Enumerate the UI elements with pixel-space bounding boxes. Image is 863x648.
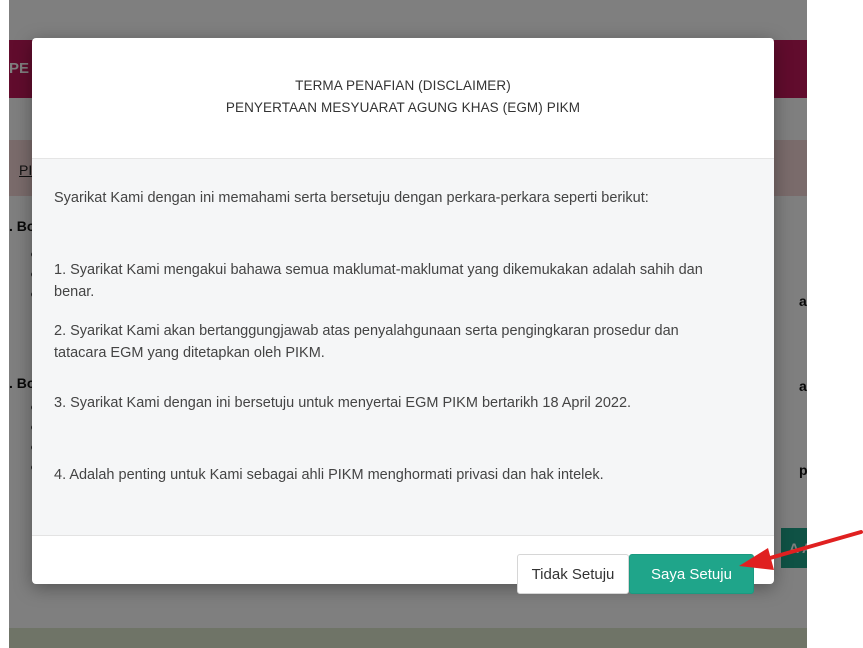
modal-body: Syarikat Kami dengan ini memahami serta … [32,159,774,536]
disclaimer-point: 2. Syarikat Kami akan bertanggungjawab a… [54,323,679,361]
modal-header: TERMA PENAFIAN (DISCLAIMER) PENYERTAAN M… [32,38,774,159]
disclaimer-point: 1. Syarikat Kami mengakui bahawa semua m… [54,262,703,300]
modal-subtitle: PENYERTAAN MESYUARAT AGUNG KHAS (EGM) PI… [225,100,581,115]
annotation-arrow-icon [739,530,863,570]
left-margin-strip [0,0,9,648]
decline-button[interactable]: Tidak Setuju [517,554,629,594]
modal-footer: Tidak Setuju Saya Setuju [32,535,774,594]
disclaimer-point: 4. Adalah penting untuk Kami sebagai ahl… [54,467,604,483]
modal-title: TERMA PENAFIAN (DISCLAIMER) [295,78,511,93]
disclaimer-modal: TERMA PENAFIAN (DISCLAIMER) PENYERTAAN M… [32,38,774,594]
disclaimer-intro: Syarikat Kami dengan ini memahami serta … [54,190,649,206]
disclaimer-point: 3. Syarikat Kami dengan ini bersetuju un… [54,395,632,411]
